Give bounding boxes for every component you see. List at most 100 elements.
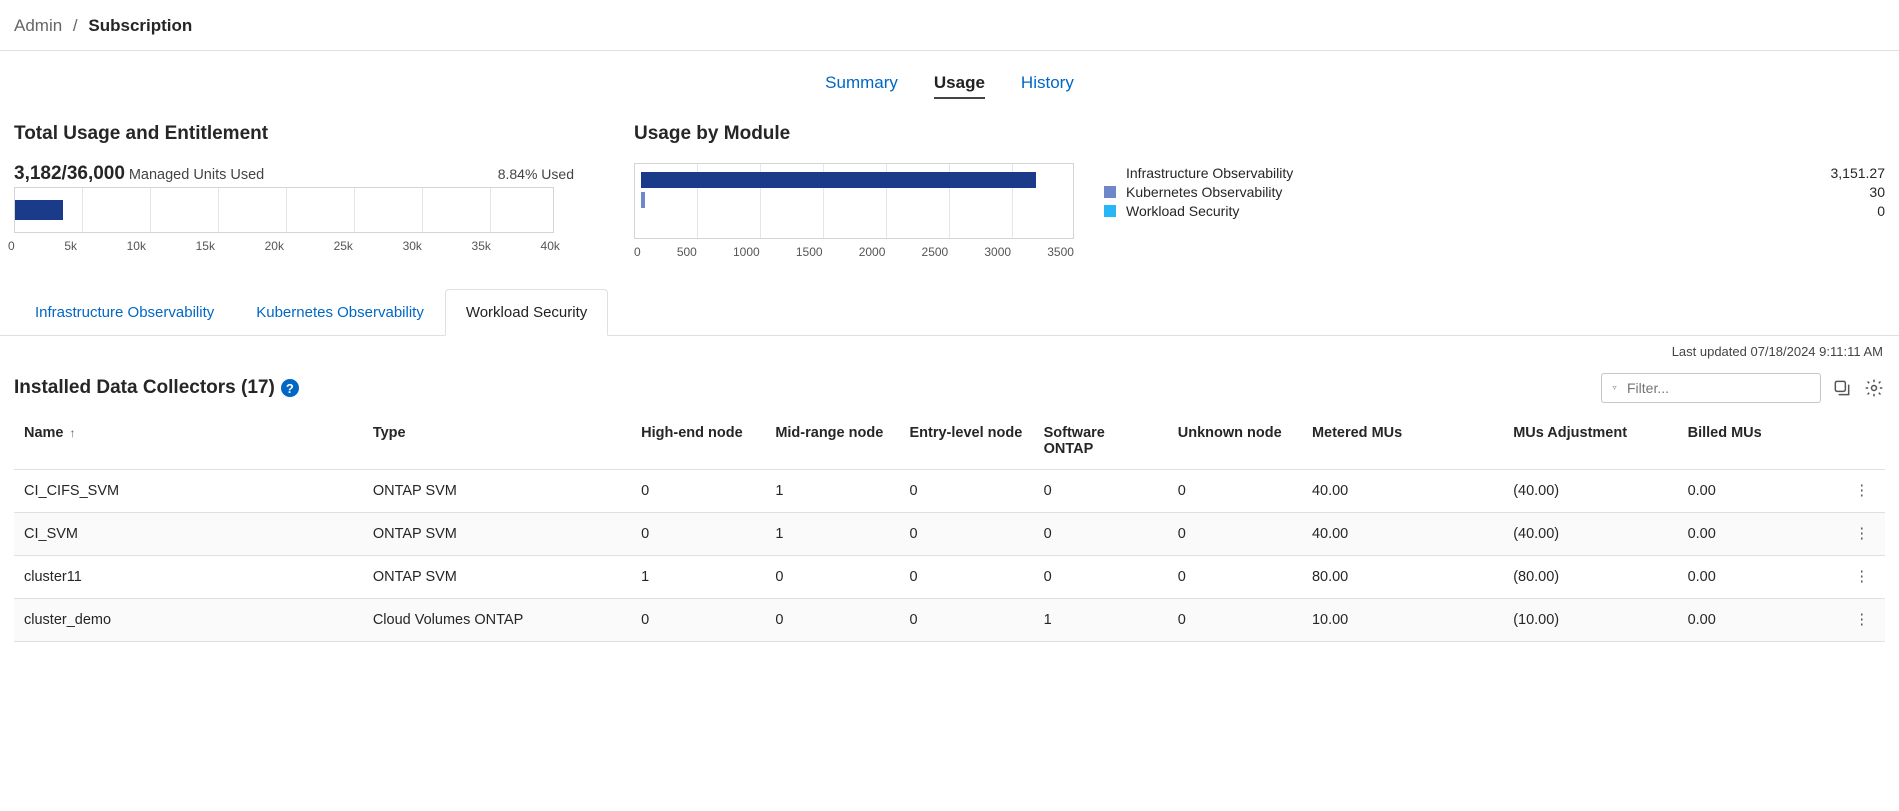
subtab-infra[interactable]: Infrastructure Observability — [14, 289, 235, 335]
export-icon[interactable] — [1831, 377, 1853, 399]
cell-type: ONTAP SVM — [363, 470, 631, 513]
row-menu-icon[interactable]: ⋮ — [1839, 599, 1885, 642]
subtab-k8s[interactable]: Kubernetes Observability — [235, 289, 445, 335]
legend-value: 0 — [1877, 203, 1885, 219]
total-usage-panel: Total Usage and Entitlement 3,182/36,000… — [14, 123, 574, 259]
cell-highend: 0 — [631, 513, 765, 556]
col-name[interactable]: Name ↑ — [14, 413, 363, 470]
cell-unknown: 0 — [1168, 599, 1302, 642]
gear-icon[interactable] — [1863, 377, 1885, 399]
cell-midrange: 1 — [765, 470, 899, 513]
row-menu-icon[interactable]: ⋮ — [1839, 470, 1885, 513]
module-usage-legend: Infrastructure Observability 3,151.27 Ku… — [1104, 123, 1885, 259]
filter-box[interactable] — [1601, 373, 1821, 403]
cell-software: 0 — [1034, 556, 1168, 599]
cell-entry: 0 — [899, 470, 1033, 513]
row-menu-icon[interactable]: ⋮ — [1839, 513, 1885, 556]
cell-adjustment: (40.00) — [1503, 513, 1677, 556]
module-usage-chart: 0 500 1000 1500 2000 2500 3000 3500 — [634, 163, 1074, 259]
cell-metered: 80.00 — [1302, 556, 1503, 599]
breadcrumb-root[interactable]: Admin — [14, 16, 62, 35]
legend-item-ws: Workload Security 0 — [1104, 203, 1885, 219]
cell-software: 1 — [1034, 599, 1168, 642]
cell-entry: 0 — [899, 599, 1033, 642]
legend-label: Kubernetes Observability — [1126, 184, 1282, 200]
legend-item-k8s: Kubernetes Observability 30 — [1104, 184, 1885, 200]
breadcrumb-current: Subscription — [88, 16, 192, 35]
last-updated: Last updated 07/18/2024 9:11:11 AM — [0, 336, 1899, 359]
legend-label: Infrastructure Observability — [1126, 165, 1293, 181]
cell-billed: 0.00 — [1678, 470, 1839, 513]
cell-entry: 0 — [899, 513, 1033, 556]
cell-adjustment: (10.00) — [1503, 599, 1677, 642]
cell-unknown: 0 — [1168, 556, 1302, 599]
col-metered[interactable]: Metered MUs — [1302, 413, 1503, 470]
module-usage-title: Usage by Module — [634, 123, 1074, 145]
top-tabs: Summary Usage History — [0, 51, 1899, 109]
cell-name: cluster11 — [14, 556, 363, 599]
cell-name: CI_SVM — [14, 513, 363, 556]
cell-metered: 40.00 — [1302, 513, 1503, 556]
cell-midrange: 1 — [765, 513, 899, 556]
legend-item-infra: Infrastructure Observability 3,151.27 — [1104, 165, 1885, 181]
usage-pct: 8.84% Used — [498, 166, 574, 182]
cell-unknown: 0 — [1168, 513, 1302, 556]
table-row: cluster_demoCloud Volumes ONTAP0001010.0… — [14, 599, 1885, 642]
cell-highend: 1 — [631, 556, 765, 599]
usage-bar-chart — [14, 187, 554, 233]
col-unknown[interactable]: Unknown node — [1168, 413, 1302, 470]
table-row: CI_CIFS_SVMONTAP SVM0100040.00(40.00)0.0… — [14, 470, 1885, 513]
swatch-icon — [1104, 167, 1116, 179]
module-usage-panel: Usage by Module 0 500 1000 1500 2000 250… — [634, 123, 1074, 259]
col-midrange[interactable]: Mid-range node — [765, 413, 899, 470]
cell-adjustment: (80.00) — [1503, 556, 1677, 599]
cell-highend: 0 — [631, 599, 765, 642]
col-highend[interactable]: High-end node — [631, 413, 765, 470]
breadcrumb-sep: / — [73, 16, 78, 35]
col-billed[interactable]: Billed MUs — [1678, 413, 1839, 470]
tab-usage[interactable]: Usage — [934, 73, 985, 99]
cell-entry: 0 — [899, 556, 1033, 599]
col-type[interactable]: Type — [363, 413, 631, 470]
swatch-icon — [1104, 186, 1116, 198]
cell-type: ONTAP SVM — [363, 513, 631, 556]
cell-metered: 40.00 — [1302, 470, 1503, 513]
module-usage-ticks: 0 500 1000 1500 2000 2500 3000 3500 — [634, 245, 1074, 259]
col-software[interactable]: Software ONTAP — [1034, 413, 1168, 470]
usage-bar-ticks: 0 5k 10k 15k 20k 25k 30k 35k 40k — [8, 239, 560, 253]
cell-metered: 10.00 — [1302, 599, 1503, 642]
legend-value: 30 — [1869, 184, 1885, 200]
cell-name: cluster_demo — [14, 599, 363, 642]
filter-icon — [1612, 380, 1617, 396]
cell-software: 0 — [1034, 470, 1168, 513]
tab-history[interactable]: History — [1021, 73, 1074, 99]
tab-summary[interactable]: Summary — [825, 73, 898, 99]
cell-billed: 0.00 — [1678, 513, 1839, 556]
breadcrumb: Admin / Subscription — [0, 0, 1899, 51]
help-icon[interactable]: ? — [281, 379, 299, 397]
cell-billed: 0.00 — [1678, 599, 1839, 642]
cell-name: CI_CIFS_SVM — [14, 470, 363, 513]
col-entry[interactable]: Entry-level node — [899, 413, 1033, 470]
table-row: cluster11ONTAP SVM1000080.00(80.00)0.00⋮ — [14, 556, 1885, 599]
usage-sub: Managed Units Used — [129, 167, 264, 183]
filter-input[interactable] — [1625, 379, 1810, 397]
swatch-icon — [1104, 205, 1116, 217]
cell-unknown: 0 — [1168, 470, 1302, 513]
cell-type: Cloud Volumes ONTAP — [363, 599, 631, 642]
module-bar-infra — [641, 172, 1036, 188]
cell-type: ONTAP SVM — [363, 556, 631, 599]
usage-bar-fill — [15, 200, 63, 220]
table-row: CI_SVMONTAP SVM0100040.00(40.00)0.00⋮ — [14, 513, 1885, 556]
cell-adjustment: (40.00) — [1503, 470, 1677, 513]
usage-ratio: 3,182/36,000 — [14, 163, 125, 184]
cell-midrange: 0 — [765, 599, 899, 642]
row-menu-icon[interactable]: ⋮ — [1839, 556, 1885, 599]
cell-software: 0 — [1034, 513, 1168, 556]
sort-asc-icon: ↑ — [70, 426, 76, 440]
collectors-table: Name ↑ Type High-end node Mid-range node… — [14, 413, 1885, 642]
col-adjustment[interactable]: MUs Adjustment — [1503, 413, 1677, 470]
subtab-workload-security[interactable]: Workload Security — [445, 289, 608, 336]
module-bar-k8s — [641, 192, 645, 208]
cell-billed: 0.00 — [1678, 556, 1839, 599]
